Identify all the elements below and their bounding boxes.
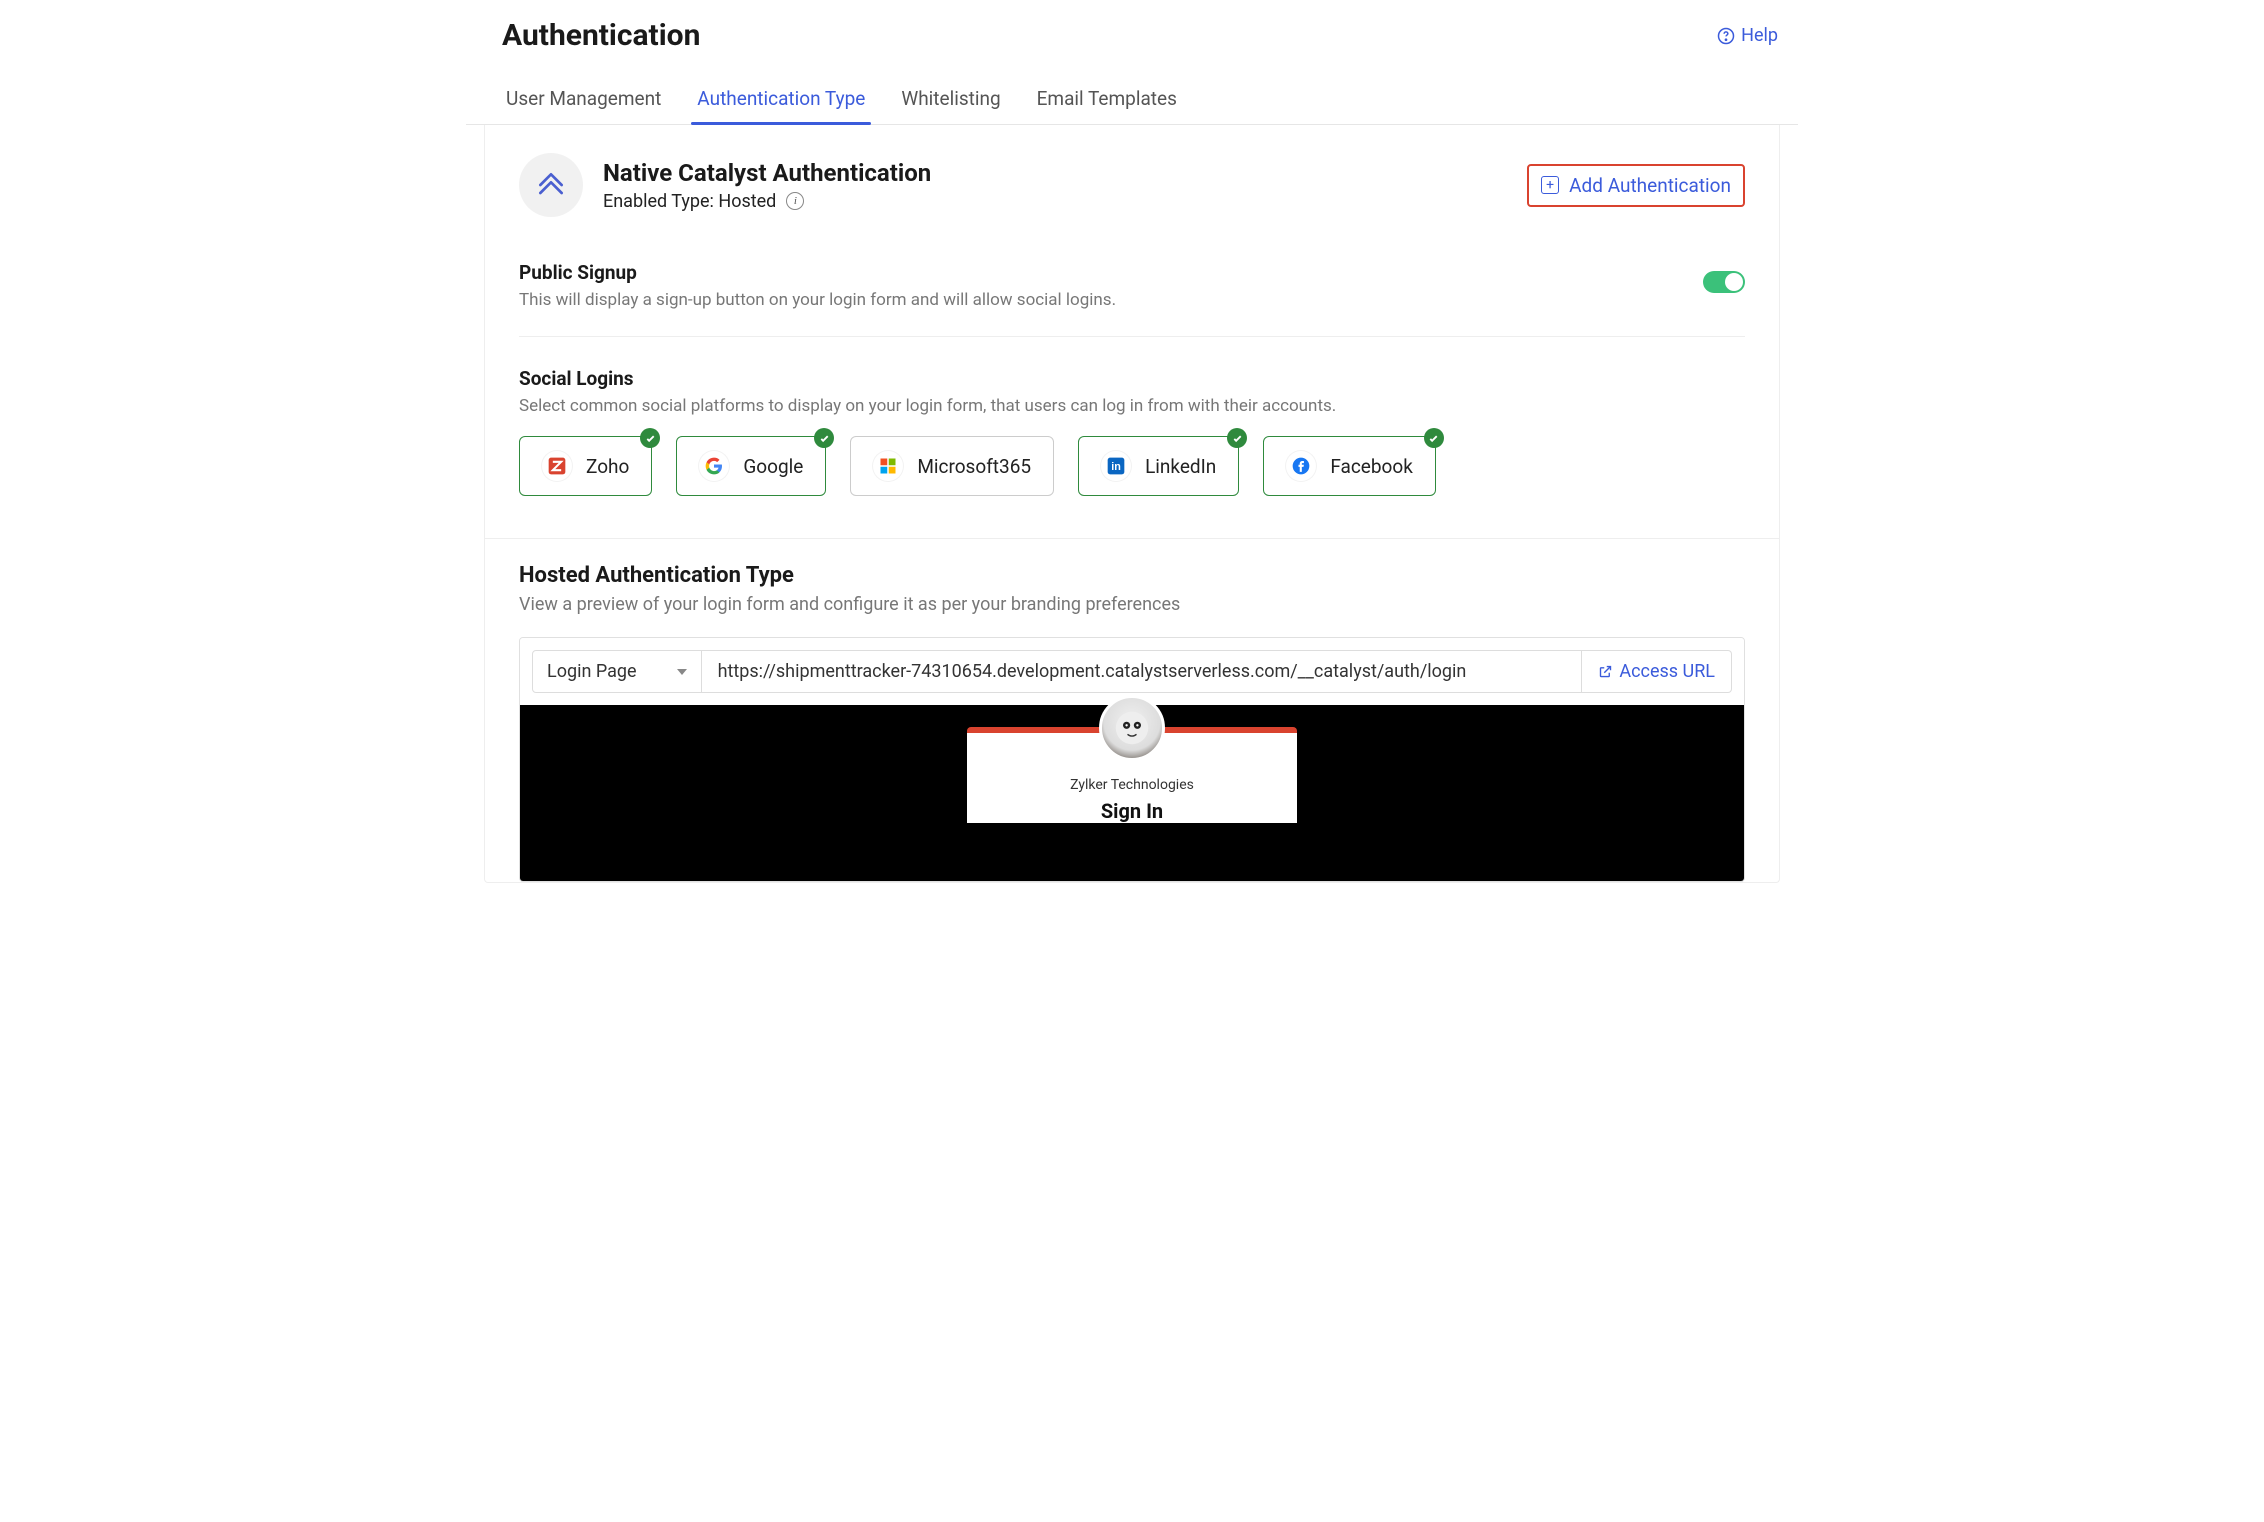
login-url: https://shipmenttracker-74310654.develop…	[702, 650, 1583, 693]
info-icon[interactable]: i	[786, 192, 804, 210]
social-card-zoho[interactable]: Zoho	[519, 436, 652, 496]
social-card-microsoft365[interactable]: Microsoft365	[850, 436, 1054, 496]
page-select-label: Login Page	[547, 661, 637, 682]
login-card-preview: Zylker Technologies Sign In	[967, 727, 1297, 823]
public-signup-section: Public Signup This will display a sign-u…	[519, 261, 1745, 337]
main-panel: Native Catalyst Authentication Enabled T…	[484, 125, 1780, 883]
social-label: Google	[743, 455, 803, 478]
zoho-icon	[542, 451, 572, 481]
tabs: User Management Authentication Type Whit…	[466, 53, 1798, 125]
public-signup-description: This will display a sign-up button on yo…	[519, 290, 1116, 310]
check-icon	[640, 428, 660, 448]
access-url-button[interactable]: Access URL	[1582, 650, 1732, 693]
social-label: Zoho	[586, 455, 629, 478]
page-select[interactable]: Login Page	[532, 650, 702, 693]
help-icon	[1717, 27, 1735, 45]
social-label: Facebook	[1330, 455, 1413, 478]
page-header: Authentication Help	[466, 18, 1798, 53]
check-icon	[1424, 428, 1444, 448]
linkedin-icon: in	[1101, 451, 1131, 481]
access-url-label: Access URL	[1619, 661, 1715, 682]
social-label: LinkedIn	[1145, 455, 1216, 478]
public-signup-toggle[interactable]	[1703, 271, 1745, 293]
social-label: Microsoft365	[917, 455, 1031, 478]
avatar	[1099, 695, 1165, 761]
plus-icon: +	[1541, 176, 1559, 194]
check-icon	[1227, 428, 1247, 448]
public-signup-text: Public Signup This will display a sign-u…	[519, 261, 1116, 310]
google-icon	[699, 451, 729, 481]
check-icon	[814, 428, 834, 448]
facebook-icon	[1286, 451, 1316, 481]
social-card-linkedin[interactable]: in LinkedIn	[1078, 436, 1239, 496]
auth-card-header: Native Catalyst Authentication Enabled T…	[519, 153, 1745, 217]
catalyst-icon	[519, 153, 583, 217]
hosted-auth-description: View a preview of your login form and co…	[519, 594, 1745, 615]
social-logins-title: Social Logins	[519, 367, 1745, 390]
hosted-auth-title: Hosted Authentication Type	[519, 563, 1745, 588]
hosted-auth-section: Hosted Authentication Type View a previe…	[485, 538, 1779, 882]
social-logins-section: Social Logins Select common social platf…	[519, 367, 1745, 538]
auth-card-header-left: Native Catalyst Authentication Enabled T…	[519, 153, 931, 217]
tab-email-templates[interactable]: Email Templates	[1037, 87, 1177, 124]
preview-body: Zylker Technologies Sign In	[520, 705, 1744, 881]
preview-panel: Login Page https://shipmenttracker-74310…	[519, 637, 1745, 882]
help-link[interactable]: Help	[1717, 25, 1778, 46]
tab-whitelisting[interactable]: Whitelisting	[901, 87, 1000, 124]
add-authentication-label: Add Authentication	[1569, 174, 1731, 197]
chevron-down-icon	[677, 669, 687, 675]
tab-authentication-type[interactable]: Authentication Type	[697, 87, 865, 124]
login-company-name: Zylker Technologies	[987, 777, 1277, 793]
help-label: Help	[1741, 25, 1778, 46]
microsoft-icon	[873, 451, 903, 481]
auth-card-subtitle-text: Enabled Type: Hosted	[603, 191, 776, 212]
page-root: Authentication Help User Management Auth…	[466, 0, 1798, 883]
external-link-icon	[1598, 664, 1613, 679]
auth-card-titles: Native Catalyst Authentication Enabled T…	[603, 159, 931, 212]
auth-card-subtitle: Enabled Type: Hosted i	[603, 191, 931, 212]
auth-card-title: Native Catalyst Authentication	[603, 159, 931, 187]
tab-user-management[interactable]: User Management	[506, 87, 661, 124]
svg-text:in: in	[1111, 461, 1121, 473]
social-logins-row: Zoho Google Microsoft365	[519, 436, 1745, 496]
page-title: Authentication	[502, 18, 700, 53]
login-signin-title: Sign In	[987, 799, 1277, 823]
public-signup-title: Public Signup	[519, 261, 1116, 284]
social-logins-description: Select common social platforms to displa…	[519, 396, 1745, 416]
social-card-facebook[interactable]: Facebook	[1263, 436, 1436, 496]
social-card-google[interactable]: Google	[676, 436, 826, 496]
add-authentication-button[interactable]: + Add Authentication	[1527, 164, 1745, 207]
